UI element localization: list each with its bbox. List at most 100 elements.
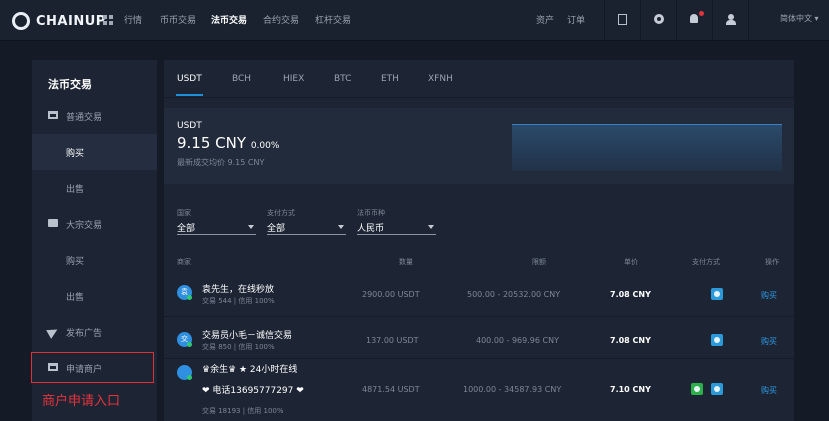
- tab-bch[interactable]: BCH: [232, 74, 251, 84]
- unit-price: 7.08 CNY: [610, 336, 651, 345]
- nav-fiat-trading[interactable]: 法币交易: [211, 13, 247, 26]
- document-icon: [618, 14, 627, 25]
- fiat-currency-filter[interactable]: 法币币种 人民币: [357, 208, 436, 235]
- quantity: 4871.54 USDT: [362, 385, 420, 394]
- merchant-stats: 交易 850 | 信用 100%: [202, 343, 275, 351]
- nav-market[interactable]: 行情: [124, 13, 142, 26]
- sidebar-item-normal-trading[interactable]: 普通交易: [32, 98, 157, 134]
- tab-eth[interactable]: ETH: [381, 74, 399, 84]
- merchant-stats: 交易 544 | 信用 100%: [202, 297, 275, 305]
- tab-usdt[interactable]: USDT: [177, 74, 202, 84]
- sidebar-item-label: 出售: [66, 293, 85, 303]
- sidebar-item-label: 普通交易: [66, 113, 103, 123]
- print-icon: [48, 219, 58, 227]
- payment-filter[interactable]: 支付方式 全部: [267, 208, 346, 235]
- online-indicator: [187, 342, 192, 347]
- table-row: 交 交易员小毛－诚信交易 交易 850 | 信用 100% 137.00 USD…: [164, 317, 794, 357]
- buy-button[interactable]: 购买: [761, 290, 777, 301]
- document-button[interactable]: [604, 0, 640, 40]
- settings-button[interactable]: [640, 0, 676, 40]
- price-value: 9.15 CNY: [177, 134, 247, 152]
- alipay-icon: [711, 383, 723, 395]
- col-quantity: 数量: [399, 258, 413, 266]
- online-indicator: [187, 375, 192, 380]
- online-indicator: [187, 295, 192, 300]
- last-avg-price: 最新成交均价 9.15 CNY: [177, 158, 265, 167]
- chevron-down-icon: [248, 225, 254, 229]
- sidebar-item-label: 购买: [66, 149, 85, 159]
- col-merchant: 商家: [177, 258, 191, 266]
- wechat-pay-icon: [691, 383, 703, 395]
- limit: 500.00 - 20532.00 CNY: [467, 290, 561, 299]
- nav-spot-trading[interactable]: 币币交易: [160, 13, 196, 26]
- sidebar-item-block-sell[interactable]: 出售: [32, 278, 157, 314]
- avatar: 交: [177, 332, 192, 347]
- col-unit-price: 单价: [624, 258, 638, 266]
- top-navbar: CHAINUP 行情 币币交易 法币交易 合约交易 杠杆交易 资产 订单 简体中…: [0, 0, 829, 41]
- avatar: 袁: [177, 285, 192, 300]
- active-tab-indicator: [176, 94, 203, 96]
- table-row: 袁 袁先生，在线秒放 交易 544 | 信用 100% 2900.00 USDT…: [164, 275, 794, 316]
- buy-button[interactable]: 购买: [761, 385, 777, 396]
- price-summary: USDT 9.15 CNY 0.00% 最新成交均价 9.15 CNY: [164, 108, 794, 184]
- price-sparkline: [512, 124, 782, 171]
- col-limit: 限额: [532, 258, 546, 266]
- language-label[interactable]: 简体中文 ▾: [780, 13, 819, 24]
- price-coin: USDT: [177, 121, 202, 131]
- main-panel: USDT BCH HIEX BTC ETH XFNH USDT 9.15 CNY…: [164, 60, 794, 421]
- sidebar-item-label: 大宗交易: [66, 221, 103, 231]
- filter-label: 国家: [177, 209, 191, 217]
- logo-text: CHAINUP: [36, 13, 106, 29]
- user-button[interactable]: [712, 0, 748, 40]
- filter-label: 法币币种: [357, 209, 385, 217]
- sidebar-item-label: 出售: [66, 185, 85, 195]
- merchant-name[interactable]: 袁先生，在线秒放: [202, 282, 274, 295]
- sidebar-item-buy[interactable]: 购买: [32, 134, 157, 170]
- table-row: ♛余生♛ ★ 24小时在线 ❤ 电话13695777297 ❤ 交易 18193…: [164, 359, 794, 421]
- sidebar-item-block-trading[interactable]: 大宗交易: [32, 206, 157, 242]
- bell-icon: [690, 14, 698, 23]
- limit: 1000.00 - 34587.93 CNY: [463, 385, 562, 394]
- sidebar-title: 法币交易: [48, 78, 92, 91]
- country-filter[interactable]: 国家 全部: [177, 208, 256, 235]
- list-icon: [48, 111, 58, 119]
- tab-btc[interactable]: BTC: [334, 74, 351, 84]
- nav-orders[interactable]: 订单: [567, 13, 585, 26]
- alipay-icon: [711, 288, 723, 300]
- user-icon: [726, 14, 736, 25]
- limit: 400.00 - 969.96 CNY: [476, 336, 559, 345]
- tab-hiex[interactable]: HIEX: [283, 74, 304, 84]
- gear-icon: [654, 14, 664, 24]
- price-change: 0.00%: [250, 141, 280, 151]
- merchant-name-line2[interactable]: ❤ 电话13695777297 ❤: [202, 383, 304, 396]
- logo[interactable]: CHAINUP: [12, 12, 106, 30]
- merchant-stats: 交易 18193 | 信用 100%: [202, 407, 284, 415]
- merchant-name[interactable]: 交易员小毛－诚信交易: [202, 328, 292, 341]
- filter-label: 支付方式: [267, 209, 295, 217]
- notifications-button[interactable]: [676, 0, 712, 40]
- tab-xfnh[interactable]: XFNH: [428, 74, 453, 84]
- col-payment: 支付方式: [692, 258, 720, 266]
- payment-select[interactable]: 全部: [267, 221, 346, 235]
- unit-price: 7.08 CNY: [610, 290, 651, 299]
- sidebar-item-sell[interactable]: 出售: [32, 170, 157, 206]
- fiat-currency-select[interactable]: 人民币: [357, 221, 436, 235]
- sidebar-item-post-ad[interactable]: 发布广告: [32, 314, 157, 350]
- highlight-box: [31, 352, 154, 383]
- sidebar-item-block-buy[interactable]: 购买: [32, 242, 157, 278]
- alipay-icon: [711, 334, 723, 346]
- grid-menu-icon[interactable]: [103, 15, 114, 26]
- country-select[interactable]: 全部: [177, 221, 256, 235]
- currency-tabs: USDT BCH HIEX BTC ETH XFNH: [164, 60, 794, 98]
- buy-button[interactable]: 购买: [761, 336, 777, 347]
- nav-margin-trading[interactable]: 杠杆交易: [315, 13, 351, 26]
- nav-assets[interactable]: 资产: [536, 13, 554, 26]
- chainup-logo-icon: [12, 12, 30, 30]
- col-action: 操作: [765, 258, 779, 266]
- merchant-name-line1[interactable]: ♛余生♛ ★ 24小时在线: [202, 362, 297, 375]
- sidebar-item-label: 购买: [66, 257, 85, 267]
- quantity: 2900.00 USDT: [362, 290, 420, 299]
- avatar: [177, 365, 192, 380]
- nav-contract-trading[interactable]: 合约交易: [263, 13, 299, 26]
- chevron-down-icon: [338, 225, 344, 229]
